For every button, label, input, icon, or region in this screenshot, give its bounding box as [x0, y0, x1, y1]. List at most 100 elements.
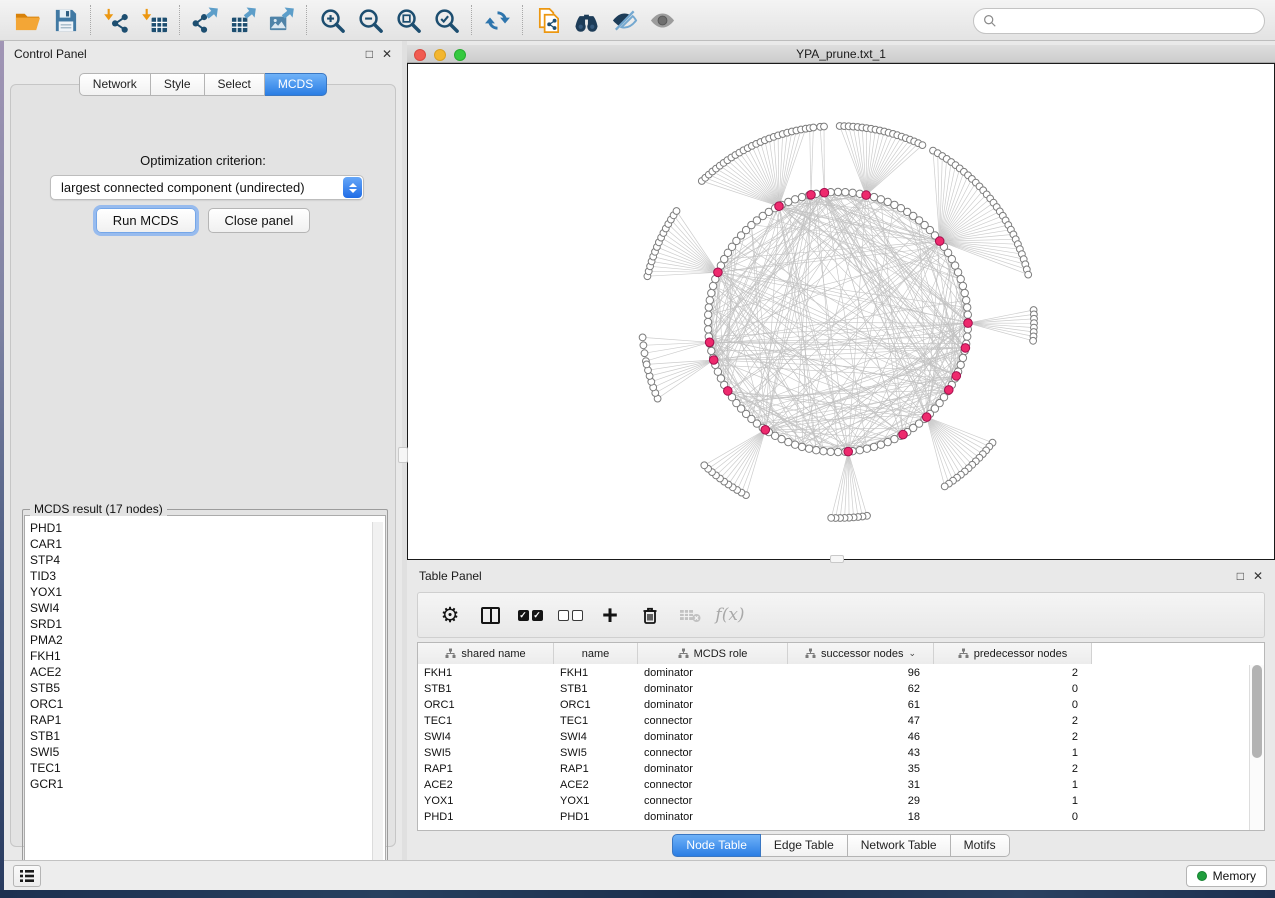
save-session-button[interactable] — [46, 2, 84, 38]
tab-node-table[interactable]: Node Table — [672, 834, 761, 857]
tab-motifs[interactable]: Motifs — [951, 834, 1010, 857]
mcds-result-item[interactable]: PHD1 — [30, 520, 385, 536]
tab-style[interactable]: Style — [151, 73, 205, 96]
network-canvas[interactable] — [407, 63, 1275, 560]
table-row[interactable]: ORC1ORC1dominator610 — [418, 697, 1248, 713]
close-panel-icon[interactable]: ✕ — [382, 48, 392, 60]
table-toolbar: ⚙✓✓+f(x) — [417, 592, 1265, 638]
mcds-result-item[interactable]: TID3 — [30, 568, 385, 584]
share-document-button[interactable] — [529, 2, 567, 38]
import-table-button[interactable] — [135, 2, 173, 38]
table-row[interactable]: YOX1YOX1connector291 — [418, 793, 1248, 809]
table-cell: 46 — [788, 729, 934, 745]
settings-button[interactable]: ⚙ — [430, 596, 470, 634]
sort-descending-icon: ⌄ — [909, 648, 917, 659]
zoom-fit-button[interactable] — [389, 2, 427, 38]
mcds-result-item[interactable]: GCR1 — [30, 776, 385, 792]
run-mcds-button[interactable]: Run MCDS — [96, 208, 196, 233]
table-scrollbar[interactable] — [1249, 665, 1264, 830]
column-header-shared-name[interactable]: shared name — [418, 643, 554, 664]
column-header-MCDS-role[interactable]: MCDS role — [638, 643, 788, 664]
float-table-panel-icon[interactable]: □ — [1237, 570, 1244, 582]
column-header-predecessor-nodes[interactable]: predecessor nodes — [934, 643, 1092, 664]
add-row-button[interactable]: + — [590, 596, 630, 634]
tab-network[interactable]: Network — [79, 73, 151, 96]
mcds-result-item[interactable]: CAR1 — [30, 536, 385, 552]
trash-icon — [639, 604, 661, 626]
tab-mcds[interactable]: MCDS — [265, 73, 327, 96]
table-cell: 35 — [788, 761, 934, 777]
mcds-result-item[interactable]: STB1 — [30, 728, 385, 744]
table-row[interactable]: STB1STB1dominator620 — [418, 681, 1248, 697]
import-table-icon — [141, 7, 168, 34]
table-row[interactable]: ACE2ACE2connector311 — [418, 777, 1248, 793]
mcds-tab-content: Optimization criterion: largest connecte… — [10, 84, 396, 847]
tab-edge-table[interactable]: Edge Table — [761, 834, 848, 857]
mcds-result-item[interactable]: SRD1 — [30, 616, 385, 632]
export-network-button[interactable] — [186, 2, 224, 38]
delete-row-button[interactable] — [630, 596, 670, 634]
tab-network-table[interactable]: Network Table — [848, 834, 951, 857]
close-table-panel-icon[interactable]: ✕ — [1253, 570, 1263, 582]
table-row[interactable]: RAP1RAP1dominator352 — [418, 761, 1248, 777]
mcds-result-list[interactable]: PHD1CAR1STP4TID3YOX1SWI4SRD1PMA2FKH1ACE2… — [24, 515, 386, 878]
zoom-out-button[interactable] — [351, 2, 389, 38]
vertical-splitter-grip[interactable] — [398, 447, 408, 463]
table-row[interactable]: PHD1PHD1dominator180 — [418, 809, 1248, 825]
export-image-button[interactable] — [262, 2, 300, 38]
tab-select[interactable]: Select — [205, 73, 265, 96]
gear-icon: ⚙ — [441, 605, 460, 626]
optimization-criterion-select[interactable]: largest connected component (undirected) — [50, 175, 364, 200]
mcds-result-item[interactable]: PMA2 — [30, 632, 385, 648]
mcds-result-item[interactable]: STB5 — [30, 680, 385, 696]
mcds-list-scrollbar[interactable] — [372, 522, 383, 875]
zoom-in-button[interactable] — [313, 2, 351, 38]
network-window-title: YPA_prune.txt_1 — [407, 47, 1275, 61]
mcds-result-item[interactable]: YOX1 — [30, 584, 385, 600]
application-window: Control Panel □ ✕ NetworkStyleSelectMCDS… — [0, 0, 1275, 898]
node-table-rows: FKH1FKH1dominator962STB1STB1dominator620… — [418, 665, 1248, 830]
table-row[interactable]: SWI5SWI5connector431 — [418, 745, 1248, 761]
mcds-result-item[interactable]: TEC1 — [30, 760, 385, 776]
mcds-result-item[interactable]: STP4 — [30, 552, 385, 568]
network-search[interactable] — [973, 8, 1265, 34]
memory-button[interactable]: Memory — [1186, 865, 1267, 887]
refresh-view-button[interactable] — [478, 2, 516, 38]
task-history-button[interactable] — [13, 865, 41, 887]
control-panel: Control Panel □ ✕ NetworkStyleSelectMCDS… — [4, 41, 402, 860]
mcds-result-item[interactable]: SWI4 — [30, 600, 385, 616]
deselect-all-icon — [558, 610, 583, 621]
search-input[interactable] — [1003, 13, 1255, 29]
mcds-result-item[interactable]: ACE2 — [30, 664, 385, 680]
network-window-titlebar[interactable]: YPA_prune.txt_1 — [407, 45, 1275, 63]
column-header-successor-nodes[interactable]: successor nodes⌄ — [788, 643, 934, 664]
toolbar-divider — [471, 5, 472, 35]
table-scrollbar-thumb[interactable] — [1252, 665, 1262, 758]
column-header-name[interactable]: name — [554, 643, 638, 664]
mcds-result-item[interactable]: RAP1 — [30, 712, 385, 728]
select-all-button[interactable]: ✓✓ — [510, 596, 550, 634]
table-cell: connector — [638, 745, 788, 761]
mcds-result-item[interactable]: ORC1 — [30, 696, 385, 712]
deselect-all-button[interactable] — [550, 596, 590, 634]
export-table-button[interactable] — [224, 2, 262, 38]
table-row[interactable]: FKH1FKH1dominator962 — [418, 665, 1248, 681]
zoom-fit-icon — [395, 7, 422, 34]
horizontal-splitter-grip[interactable] — [830, 555, 844, 563]
column-layout-button[interactable] — [470, 596, 510, 634]
table-row[interactable]: TEC1TEC1connector472 — [418, 713, 1248, 729]
open-file-button[interactable] — [8, 2, 46, 38]
search-network-button[interactable] — [567, 2, 605, 38]
network-graph[interactable] — [408, 64, 1274, 559]
close-panel-button[interactable]: Close panel — [208, 208, 311, 233]
import-network-button[interactable] — [97, 2, 135, 38]
hide-glyphs-button[interactable] — [605, 2, 643, 38]
mcds-result-item[interactable]: SWI5 — [30, 744, 385, 760]
mcds-result-item[interactable]: FKH1 — [30, 648, 385, 664]
table-row[interactable]: SWI4SWI4dominator462 — [418, 729, 1248, 745]
table-cell: TEC1 — [554, 713, 638, 729]
zoom-selected-button[interactable] — [427, 2, 465, 38]
table-cell: connector — [638, 713, 788, 729]
float-panel-icon[interactable]: □ — [366, 48, 373, 60]
show-glyphs-button[interactable] — [643, 2, 681, 38]
